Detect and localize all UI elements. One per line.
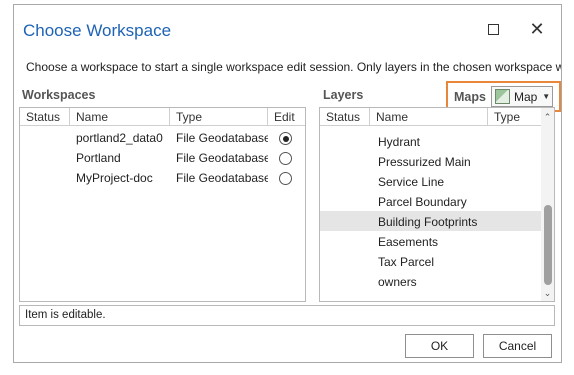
ws-row-type: File Geodatabase <box>176 171 268 185</box>
layer-item[interactable]: owners <box>378 275 417 289</box>
ws-col-edit[interactable]: Edit <box>268 108 305 126</box>
layers-table: Status Name Type Hydrant Pressurized Mai… <box>319 107 555 302</box>
map-dropdown[interactable]: Map ▼ <box>490 86 553 107</box>
ws-row-name: Portland <box>76 151 121 165</box>
layer-item[interactable]: Pressurized Main <box>378 155 471 169</box>
edit-radio[interactable] <box>279 132 292 145</box>
maximize-icon <box>487 23 499 35</box>
ws-row-type: File Geodatabase <box>176 151 268 165</box>
scroll-thumb[interactable] <box>544 205 552 285</box>
ws-col-type[interactable]: Type <box>170 108 268 126</box>
map-icon <box>494 89 510 104</box>
ws-col-name[interactable]: Name <box>70 108 170 126</box>
choose-workspace-dialog: Choose Workspace ✕ Choose a workspace to… <box>13 4 562 363</box>
layer-item[interactable]: Service Line <box>378 175 444 189</box>
layers-col-status[interactable]: Status <box>320 108 370 126</box>
map-dropdown-value: Map <box>513 89 538 104</box>
layer-item[interactable]: Easements <box>378 235 438 249</box>
cancel-button[interactable]: Cancel <box>483 334 552 358</box>
layer-item[interactable]: Parcel Boundary <box>378 195 467 209</box>
ws-row-name: MyProject-doc <box>76 171 153 185</box>
edit-radio[interactable] <box>279 172 292 185</box>
layer-item[interactable]: Hydrant <box>378 135 420 149</box>
dialog-description: Choose a workspace to start a single wor… <box>26 60 561 74</box>
close-icon: ✕ <box>529 18 545 39</box>
ws-col-status[interactable]: Status <box>20 108 70 126</box>
status-bar: Item is editable. <box>19 305 555 326</box>
layers-label: Layers <box>323 88 364 102</box>
chevron-down-icon: ▼ <box>542 92 551 101</box>
dialog-title: Choose Workspace <box>23 21 172 40</box>
edit-radio[interactable] <box>279 152 292 165</box>
scroll-down-icon[interactable]: ⌄ <box>541 288 554 299</box>
maximize-button[interactable] <box>481 17 505 41</box>
ok-button[interactable]: OK <box>405 334 474 358</box>
ws-row-type: File Geodatabase <box>176 131 268 145</box>
layer-item[interactable]: Tax Parcel <box>378 255 434 269</box>
scroll-up-icon[interactable]: ⌃ <box>541 112 554 123</box>
layers-col-name[interactable]: Name <box>370 108 488 126</box>
close-button[interactable]: ✕ <box>525 17 549 41</box>
layers-scrollbar[interactable]: ⌃ ⌄ <box>541 108 554 301</box>
layers-col-type[interactable]: Type <box>488 108 543 126</box>
ws-row-name: portland2_data0 <box>76 131 163 145</box>
layer-item[interactable]: Building Footprints <box>378 215 477 229</box>
workspaces-table: Status Name Type Edit portland2_data0 Fi… <box>19 107 306 302</box>
maps-label: Maps <box>454 89 486 104</box>
workspaces-label: Workspaces <box>22 88 96 102</box>
